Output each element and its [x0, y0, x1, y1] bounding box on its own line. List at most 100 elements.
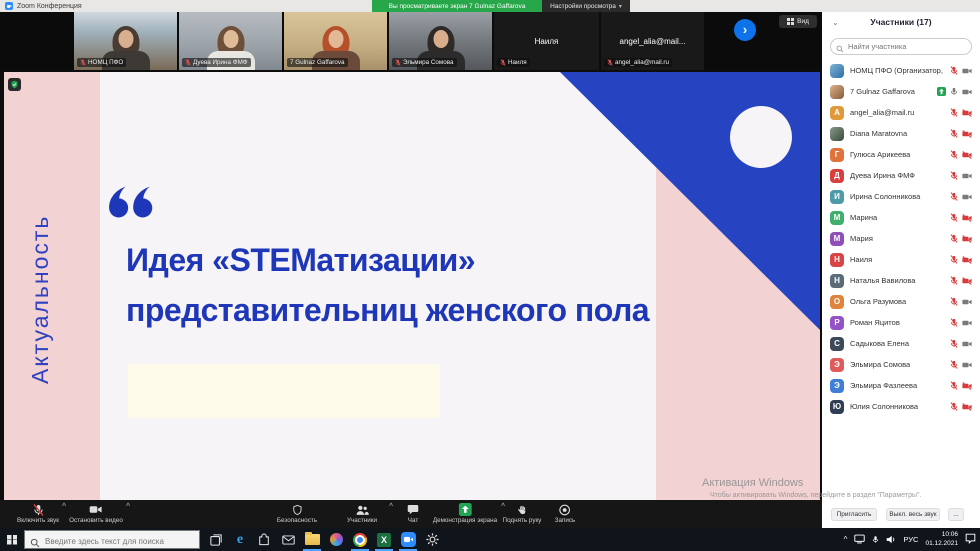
participant-row[interactable]: И Ирина Солонникова: [822, 186, 980, 207]
language-indicator[interactable]: РУС: [903, 535, 918, 544]
participant-search-input[interactable]: [830, 38, 972, 55]
participant-avatar: Ю: [830, 400, 844, 414]
participant-row[interactable]: 7 Gulnaz Gaffarova: [822, 81, 980, 102]
participant-video-tile[interactable]: НОМЦ ПФО: [74, 12, 177, 70]
participant-name: Роман Яцитов: [850, 318, 944, 327]
participant-name-label: 7 Gulnaz Gaffarova: [287, 58, 348, 67]
mic-muted-icon: [33, 503, 44, 516]
participant-name: Наиля: [850, 255, 944, 264]
settings-gear-icon[interactable]: [420, 528, 444, 551]
camera-status-icon: [962, 67, 972, 75]
zoom-app-icon: [5, 2, 13, 10]
participant-avatar: М: [830, 211, 844, 225]
file-explorer-icon[interactable]: [300, 528, 324, 551]
next-videos-arrow-button[interactable]: ›: [734, 19, 756, 41]
clock[interactable]: 10:06 01.12.2021: [925, 531, 958, 549]
participant-row[interactable]: Э Эльмира Фазлеева: [822, 375, 980, 396]
view-settings-dropdown[interactable]: Настройки просмотра▾: [542, 0, 630, 12]
store-icon[interactable]: [252, 528, 276, 551]
start-button[interactable]: [0, 528, 24, 551]
video-strip: НОМЦ ПФО Дуева Ирина ФМФ: [0, 12, 822, 70]
invite-button[interactable]: Пригласить: [831, 508, 877, 521]
participant-avatar: Г: [830, 148, 844, 162]
video-options-chevron[interactable]: ^: [126, 503, 130, 510]
participant-row[interactable]: М Мария: [822, 228, 980, 249]
security-button[interactable]: Безопасность: [277, 503, 317, 524]
task-view-icon[interactable]: [204, 528, 228, 551]
mute-all-button[interactable]: Выкл. весь звук: [886, 508, 940, 521]
mic-status-icon: [950, 66, 958, 75]
mic-tray-icon[interactable]: [872, 531, 879, 549]
audio-options-chevron[interactable]: ^: [62, 503, 66, 510]
chat-button[interactable]: Чат: [407, 503, 419, 524]
share-screen-icon: [458, 503, 471, 516]
participant-video-tile[interactable]: Эльмира Сомова: [389, 12, 492, 70]
zoom-taskbar-icon[interactable]: [396, 528, 420, 551]
participant-row[interactable]: Г Гулюса Арикеева: [822, 144, 980, 165]
participant-row[interactable]: О Ольга Разумова: [822, 291, 980, 312]
collapse-panel-chevron[interactable]: ⌄: [832, 18, 839, 27]
participant-row[interactable]: Р Роман Яцитов: [822, 312, 980, 333]
participant-video-tile[interactable]: Наиля Наиля: [494, 12, 599, 70]
participant-name: Дуева Ирина ФМФ: [850, 171, 944, 180]
volume-icon[interactable]: [886, 531, 896, 549]
chrome-icon[interactable]: [348, 528, 372, 551]
participant-name-label: НОМЦ ПФО: [77, 58, 126, 67]
participant-name: Эльмира Сомова: [850, 360, 944, 369]
tray-expand-icon[interactable]: ^: [844, 535, 848, 544]
mic-status-icon: [950, 129, 958, 138]
excel-icon[interactable]: X: [372, 528, 396, 551]
participant-avatar: О: [830, 295, 844, 309]
unmute-button[interactable]: Включить звук: [17, 503, 59, 524]
view-layout-button[interactable]: Вид: [779, 15, 817, 28]
camera-status-icon: [962, 193, 972, 201]
participant-video-tile[interactable]: Дуева Ирина ФМФ: [179, 12, 282, 70]
mic-status-icon: [950, 255, 958, 264]
participant-row[interactable]: A angel_alia@mail.ru: [822, 102, 980, 123]
participant-avatar: М: [830, 232, 844, 246]
tray-date: 01.12.2021: [925, 540, 958, 547]
more-options-button[interactable]: ...: [948, 508, 964, 521]
participant-row[interactable]: Ю Юлия Солонникова: [822, 396, 980, 417]
edge-icon[interactable]: e: [228, 528, 252, 551]
participant-row[interactable]: С Садыкова Елена: [822, 333, 980, 354]
participant-row[interactable]: Н Наиля: [822, 249, 980, 270]
camera-status-icon: [962, 277, 972, 285]
participant-avatar: Н: [830, 274, 844, 288]
record-button[interactable]: Запись: [555, 503, 576, 524]
participant-name: Гулюса Арикеева: [850, 150, 944, 159]
raise-hand-button[interactable]: Поднять руку: [503, 503, 542, 524]
participant-avatar: Э: [830, 379, 844, 393]
muted-mic-icon: [80, 59, 86, 66]
participant-avatar: Д: [830, 169, 844, 183]
mic-status-icon: [950, 276, 958, 285]
mail-icon[interactable]: [276, 528, 300, 551]
participant-row[interactable]: Д Дуева Ирина ФМФ: [822, 165, 980, 186]
participant-row[interactable]: Э Эльмира Сомова: [822, 354, 980, 375]
participant-row[interactable]: М Марина: [822, 207, 980, 228]
muted-mic-icon: [395, 59, 401, 66]
taskbar-search-input[interactable]: [25, 533, 199, 550]
participant-video-tile[interactable]: angel_alia@mail... angel_alia@mail.ru: [601, 12, 704, 70]
participants-options-chevron[interactable]: ^: [389, 503, 393, 510]
mic-status-icon: [950, 108, 958, 117]
mic-status-icon: [950, 213, 958, 222]
paint3d-icon[interactable]: [324, 528, 348, 551]
share-screen-button[interactable]: Демонстрация экрана: [433, 503, 497, 524]
participant-avatar: Н: [830, 253, 844, 267]
participant-video-tile[interactable]: 7 Gulnaz Gaffarova: [284, 12, 387, 70]
mic-status-icon: [950, 234, 958, 243]
participant-name: Ольга Разумова: [850, 297, 944, 306]
slide-text-placeholder: [128, 364, 440, 418]
stop-video-button[interactable]: Остановить видео: [69, 503, 123, 524]
participants-button[interactable]: Участники: [347, 503, 377, 524]
notification-center-icon[interactable]: [965, 531, 976, 549]
mic-status-icon: [950, 402, 958, 411]
quote-icon: [108, 186, 154, 225]
participant-row[interactable]: Diana Maratovna: [822, 123, 980, 144]
participant-avatar: A: [830, 106, 844, 120]
participant-row[interactable]: Н Наталья Вавилова: [822, 270, 980, 291]
shared-screen-stage: Актуальность Идея «STEMатизации» предста…: [0, 70, 822, 500]
participant-row[interactable]: НОМЦ ПФО (Организатор, я): [822, 60, 980, 81]
network-icon[interactable]: [854, 531, 865, 549]
